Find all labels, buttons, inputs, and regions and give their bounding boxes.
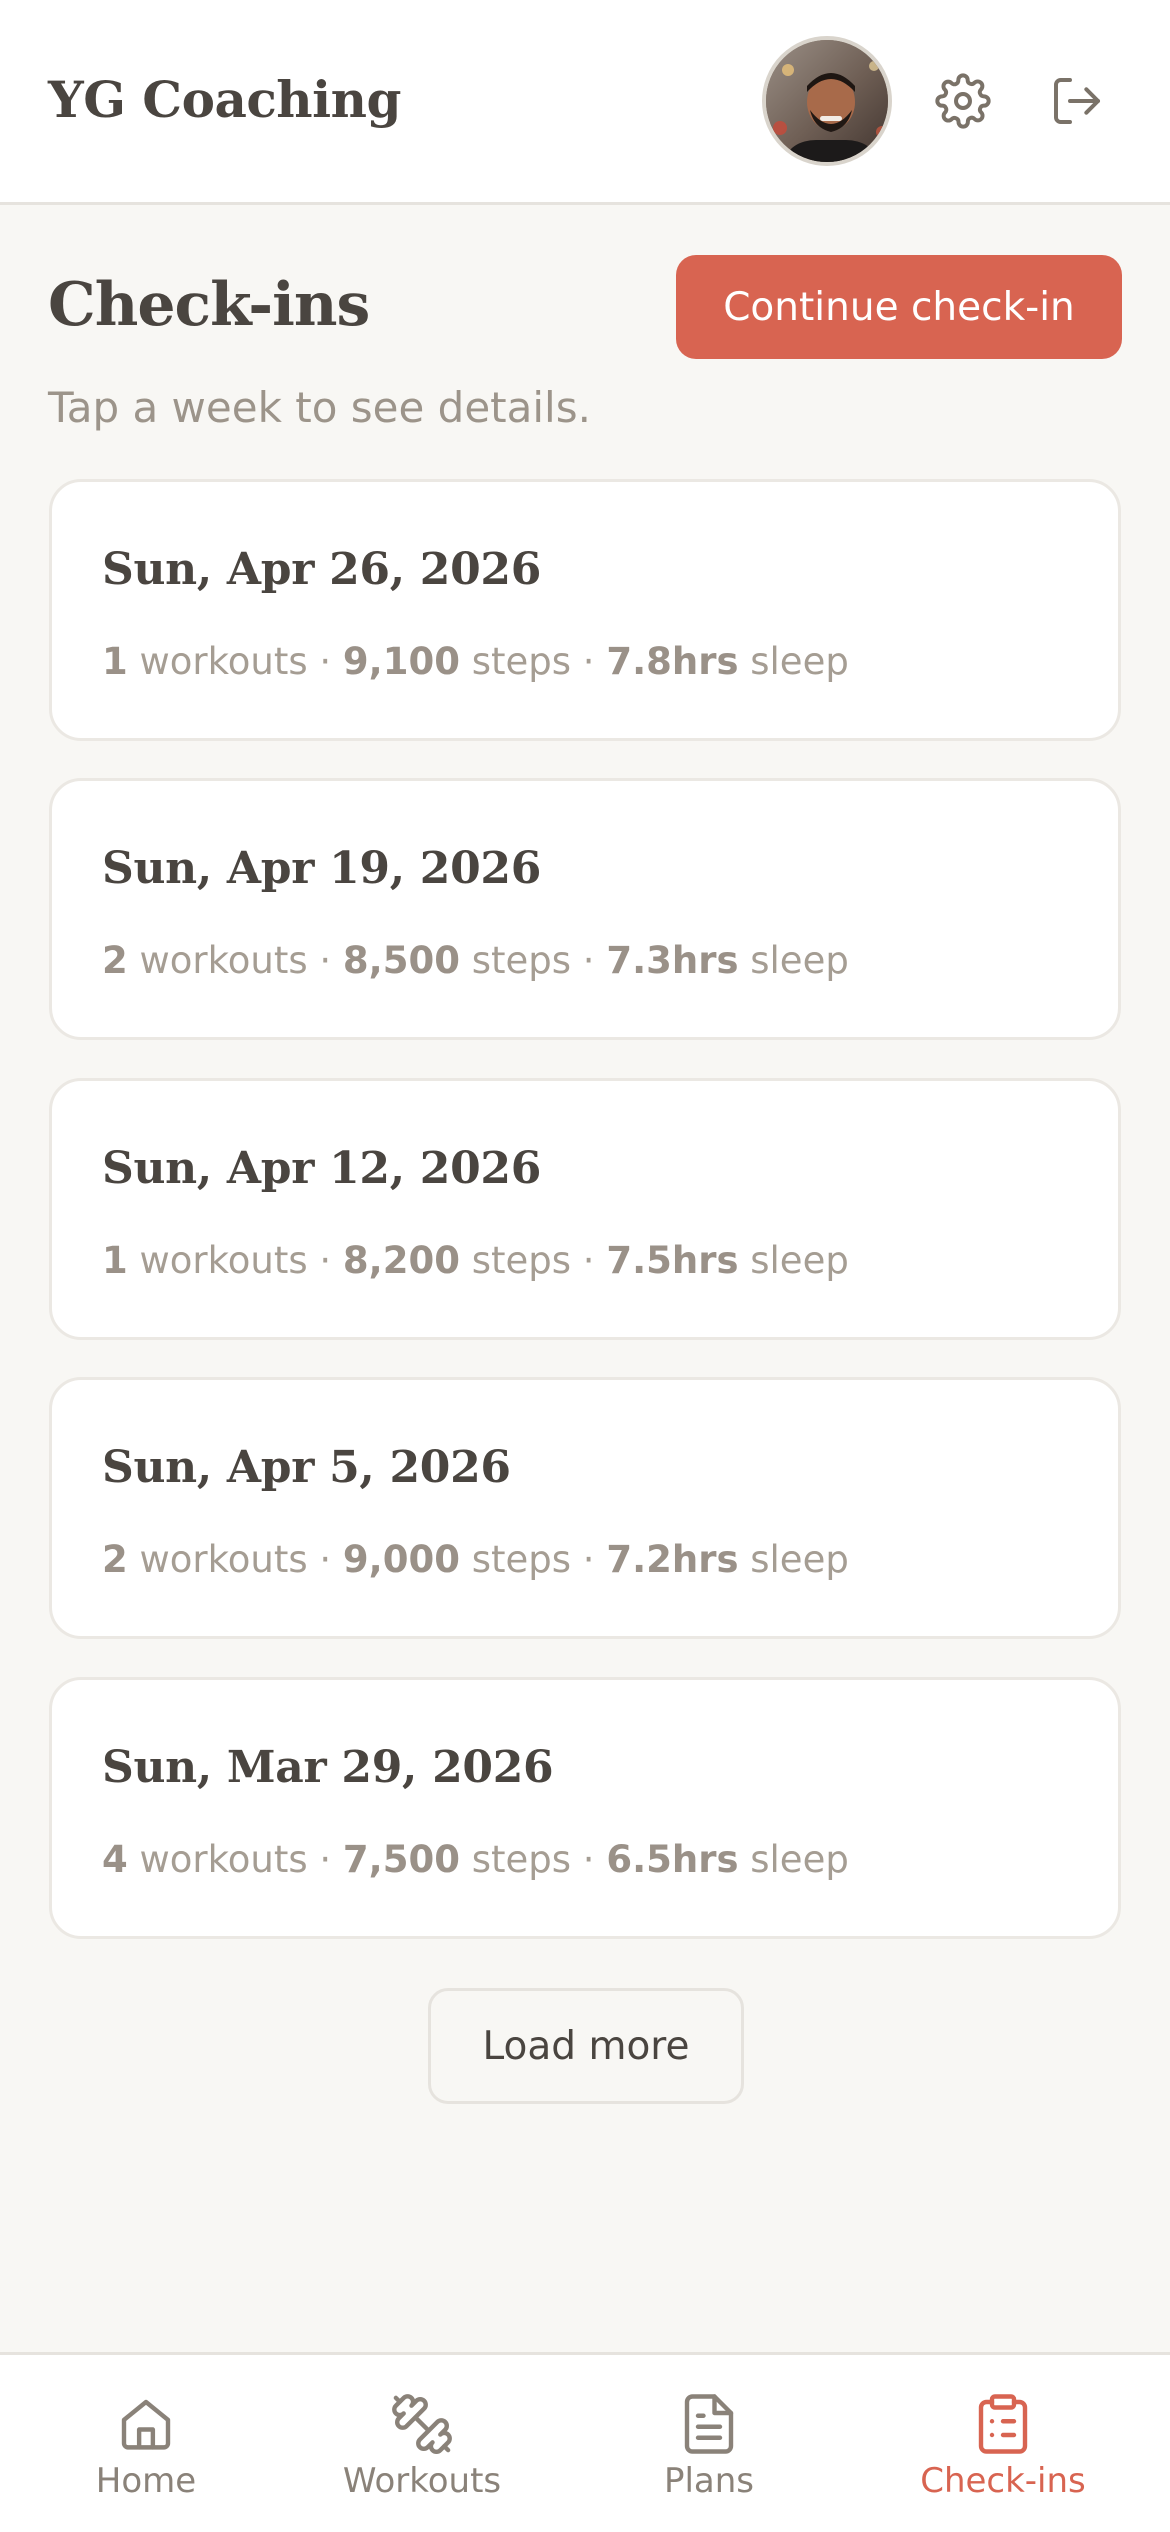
sleep-hours: 7.3hrs <box>606 939 739 982</box>
steps-label: steps <box>471 640 572 683</box>
bottom-nav: Home Workouts Plans Check-ins <box>0 2352 1170 2532</box>
logout-icon <box>1054 78 1100 124</box>
steps-label: steps <box>471 939 572 982</box>
checkin-date: Sun, Apr 12, 2026 <box>102 1143 542 1194</box>
page-subtitle: Tap a week to see details. <box>48 383 591 432</box>
separator: · <box>571 1239 607 1282</box>
workouts-count: 2 <box>102 939 128 982</box>
app-root: YG Coaching Check-ins Continue check-in … <box>0 0 1170 2532</box>
checkin-date: Sun, Apr 26, 2026 <box>102 544 542 595</box>
separator: · <box>307 1239 343 1282</box>
user-avatar[interactable] <box>762 36 892 166</box>
sleep-label: sleep <box>750 1538 849 1581</box>
separator: · <box>307 640 343 683</box>
workouts-label: workouts <box>139 1838 308 1881</box>
workouts-count: 4 <box>102 1838 128 1881</box>
checkin-date: Sun, Mar 29, 2026 <box>102 1742 554 1793</box>
checkin-stats: 1 workouts · 9,100 steps · 7.8hrs sleep <box>102 640 849 683</box>
steps-count: 8,500 <box>342 939 460 982</box>
workouts-label: workouts <box>139 1239 308 1282</box>
separator: · <box>307 1838 343 1881</box>
workouts-label: workouts <box>139 640 308 683</box>
dumbbell-icon <box>392 2394 452 2454</box>
nav-label-home: Home <box>95 2461 197 2501</box>
separator: · <box>571 1838 607 1881</box>
workouts-count: 1 <box>102 640 128 683</box>
top-header: YG Coaching <box>0 0 1170 205</box>
nav-home[interactable]: Home <box>0 2355 292 2532</box>
sleep-label: sleep <box>750 939 849 982</box>
separator: · <box>571 1538 607 1581</box>
load-more-button[interactable]: Load more <box>428 1988 744 2104</box>
nav-plans[interactable]: Plans <box>563 2355 855 2532</box>
sleep-label: sleep <box>750 1239 849 1282</box>
checkin-card[interactable]: Sun, Apr 19, 2026 2 workouts · 8,500 ste… <box>49 778 1121 1040</box>
checkin-card[interactable]: Sun, Apr 12, 2026 1 workouts · 8,200 ste… <box>49 1078 1121 1340</box>
checkin-stats: 2 workouts · 9,000 steps · 7.2hrs sleep <box>102 1538 849 1581</box>
sleep-hours: 7.8hrs <box>606 640 739 683</box>
sleep-label: sleep <box>750 1838 849 1881</box>
checkin-stats: 4 workouts · 7,500 steps · 6.5hrs sleep <box>102 1838 849 1881</box>
page-title: Check-ins <box>48 270 370 340</box>
workouts-count: 2 <box>102 1538 128 1581</box>
checkin-date: Sun, Apr 19, 2026 <box>102 843 542 894</box>
workouts-label: workouts <box>139 939 308 982</box>
checkin-card[interactable]: Sun, Apr 26, 2026 1 workouts · 9,100 ste… <box>49 479 1121 741</box>
separator: · <box>571 640 607 683</box>
sleep-label: sleep <box>750 640 849 683</box>
steps-label: steps <box>471 1538 572 1581</box>
sleep-hours: 6.5hrs <box>606 1838 739 1881</box>
checkin-stats: 1 workouts · 8,200 steps · 7.5hrs sleep <box>102 1239 849 1282</box>
separator: · <box>571 939 607 982</box>
checkin-card[interactable]: Sun, Mar 29, 2026 4 workouts · 7,500 ste… <box>49 1677 1121 1939</box>
steps-label: steps <box>471 1838 572 1881</box>
separator: · <box>307 939 343 982</box>
nav-label-workouts: Workouts <box>342 2461 502 2501</box>
steps-count: 8,200 <box>342 1239 460 1282</box>
checkin-card[interactable]: Sun, Apr 5, 2026 2 workouts · 9,000 step… <box>49 1377 1121 1639</box>
home-icon <box>121 2399 171 2450</box>
workouts-label: workouts <box>139 1538 308 1581</box>
workouts-count: 1 <box>102 1239 128 1282</box>
nav-checkins[interactable]: Check-ins <box>857 2355 1149 2532</box>
nav-label-plans: Plans <box>663 2461 755 2501</box>
settings-button[interactable] <box>928 66 998 136</box>
clipboard-icon <box>978 2394 1028 2454</box>
sleep-hours: 7.2hrs <box>606 1538 739 1581</box>
separator: · <box>307 1538 343 1581</box>
logout-button[interactable] <box>1042 66 1112 136</box>
checkin-date: Sun, Apr 5, 2026 <box>102 1442 511 1493</box>
nav-workouts[interactable]: Workouts <box>276 2355 568 2532</box>
avatar-photo <box>766 40 888 162</box>
steps-count: 9,100 <box>342 640 460 683</box>
steps-count: 7,500 <box>342 1838 460 1881</box>
document-icon <box>684 2394 734 2454</box>
steps-count: 9,000 <box>342 1538 460 1581</box>
nav-label-checkins: Check-ins <box>920 2461 1086 2501</box>
steps-label: steps <box>471 1239 572 1282</box>
checkin-stats: 2 workouts · 8,500 steps · 7.3hrs sleep <box>102 939 849 982</box>
gear-icon <box>935 73 991 129</box>
sleep-hours: 7.5hrs <box>606 1239 739 1282</box>
continue-checkin-button[interactable]: Continue check-in <box>676 255 1122 359</box>
brand-title[interactable]: YG Coaching <box>48 70 401 129</box>
